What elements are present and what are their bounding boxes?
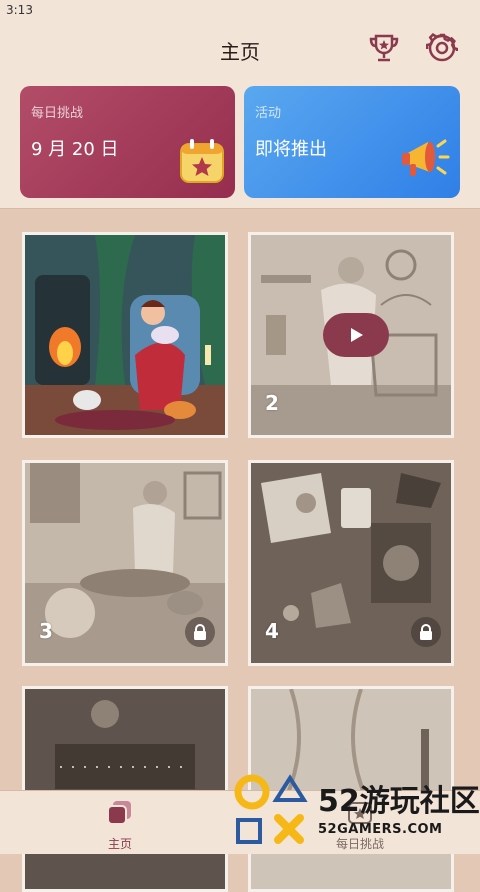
page-title: 主页: [220, 40, 260, 64]
level-number: 3: [39, 619, 53, 643]
tab-home-label: 主页: [107, 837, 132, 851]
play-icon: [351, 328, 363, 342]
megaphone-icon: [400, 136, 450, 186]
watermark-logo: 52游玩社区 52GAMERS.COM: [232, 770, 480, 853]
calendar-star-icon: [178, 136, 226, 188]
level-3-thumbnail[interactable]: 3: [22, 460, 228, 666]
daily-challenge-card[interactable]: 每日挑战 9 月 20 日: [20, 86, 235, 198]
level-number: 4: [265, 619, 279, 643]
event-status: 即将推出: [255, 139, 327, 160]
event-label: 活动: [255, 106, 282, 121]
watermark-site: 52GAMERS.COM: [318, 822, 443, 837]
level-2-thumbnail[interactable]: 2: [248, 232, 454, 438]
lock-icon: [185, 617, 215, 647]
trophy-icon[interactable]: [366, 30, 402, 66]
level-4-thumbnail[interactable]: 4: [248, 460, 454, 666]
level-5-thumbnail[interactable]: [22, 686, 228, 892]
level-number: 2: [265, 391, 279, 415]
gamepad-symbols-icon: [234, 774, 308, 844]
tab-home[interactable]: 主页: [70, 797, 170, 852]
status-bar: 3:13: [0, 0, 480, 22]
play-video-button[interactable]: [323, 313, 389, 357]
gear-icon[interactable]: [424, 30, 460, 66]
daily-challenge-label: 每日挑战: [31, 106, 84, 121]
level-1-thumbnail[interactable]: [22, 232, 228, 438]
event-card[interactable]: 活动 即将推出: [244, 86, 460, 198]
daily-challenge-date: 9 月 20 日: [31, 139, 119, 160]
header: 主页 每日挑战 9 月 20 日 活动 即将推出: [0, 22, 480, 209]
gallery-icon: [107, 801, 131, 825]
watermark-brand: 52游玩社区: [318, 784, 480, 819]
lock-icon: [411, 617, 441, 647]
status-time: 3:13: [6, 3, 33, 17]
